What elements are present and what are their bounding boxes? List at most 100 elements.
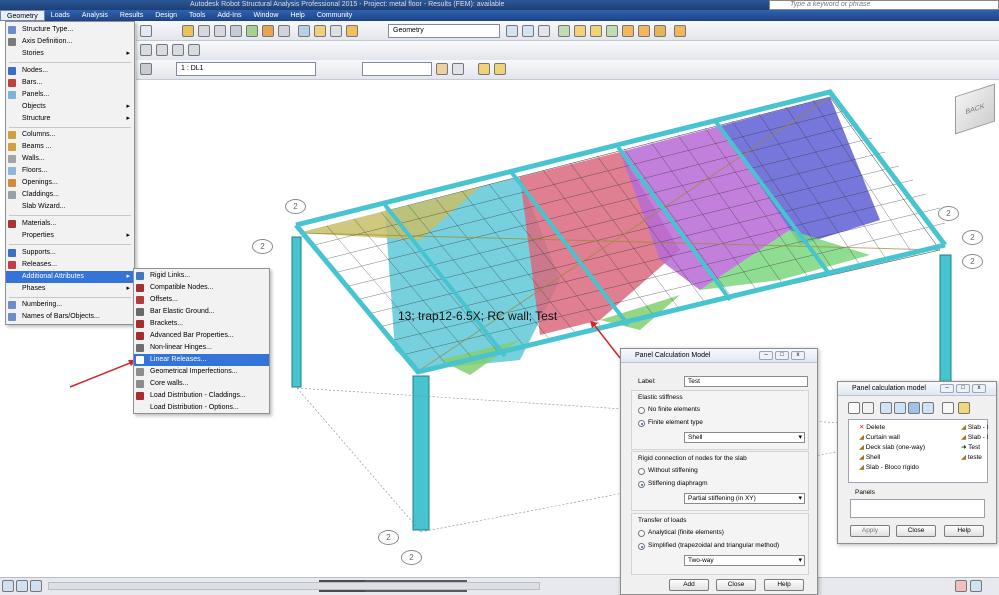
menu-item-structure-type[interactable]: Structure Type... <box>6 24 134 36</box>
menu-item-floors[interactable]: Floors... <box>6 165 134 177</box>
menu-item-walls[interactable]: Walls... <box>6 153 134 165</box>
status-icon[interactable] <box>30 580 42 592</box>
close-button[interactable]: Close <box>716 579 756 591</box>
stiffening-diaphragm-radio[interactable] <box>638 481 645 488</box>
menu-item-columns[interactable]: Columns... <box>6 129 134 141</box>
stiffening-select[interactable]: Partial stiffening (in XY) <box>684 493 805 504</box>
maximize-button[interactable]: □ <box>956 384 970 393</box>
add-button[interactable]: Add <box>669 579 709 591</box>
menu-item-openings[interactable]: Openings... <box>6 177 134 189</box>
pan-icon[interactable] <box>230 25 242 37</box>
menu-item-nodes[interactable]: Nodes... <box>6 65 134 77</box>
grid-view-icon[interactable] <box>908 402 920 414</box>
menu-item-slab-wizard[interactable]: Slab Wizard... <box>6 201 134 213</box>
menu-item-panels[interactable]: Panels... <box>6 89 134 101</box>
menu-community[interactable]: Community <box>311 10 358 21</box>
menu-item-geometrical-imperfections[interactable]: Geometrical Imperfections... <box>134 366 269 378</box>
list-item[interactable]: ◢ Curtain wall <box>859 433 900 441</box>
fe-type-select[interactable]: Shell <box>684 432 805 443</box>
menu-item-offsets[interactable]: Offsets... <box>134 294 269 306</box>
layout-combo[interactable]: Geometry <box>388 24 500 38</box>
lock-icon[interactable] <box>182 25 194 37</box>
menu-item-structure[interactable]: Structure ▸ <box>6 113 134 125</box>
status-icon[interactable] <box>2 580 14 592</box>
panels-input[interactable] <box>850 499 985 518</box>
rotate-node-icon[interactable] <box>538 25 550 37</box>
list-view-icon[interactable] <box>880 402 892 414</box>
analytical-radio[interactable] <box>638 530 645 537</box>
properties-icon[interactable] <box>330 25 342 37</box>
transfer-select[interactable]: Two-way <box>684 555 805 566</box>
zoom-window-icon[interactable] <box>214 25 226 37</box>
menu-item-phases[interactable]: Phases ▸ <box>6 283 134 295</box>
save-icon[interactable] <box>156 44 168 56</box>
list-item[interactable]: ◢ Shell <box>859 453 880 461</box>
display-icon[interactable] <box>278 25 290 37</box>
simplified-radio[interactable] <box>638 543 645 550</box>
menu-window[interactable]: Window <box>248 10 285 21</box>
rename-icon[interactable] <box>958 402 970 414</box>
column-icon[interactable] <box>606 25 618 37</box>
menu-add-ins[interactable]: Add-Ins <box>211 10 247 21</box>
menu-item-axis-definition[interactable]: Axis Definition... <box>6 36 134 48</box>
beam-icon[interactable] <box>590 25 602 37</box>
menu-item-advanced-bar-properties[interactable]: Advanced Bar Properties... <box>134 330 269 342</box>
list-item[interactable]: ◢ Slab - Bloco rígido <box>859 463 919 471</box>
menu-item-claddings[interactable]: Claddings... <box>6 189 134 201</box>
table-icon[interactable] <box>140 25 152 37</box>
list-item[interactable]: ◢ teste <box>961 453 982 461</box>
menu-item-load-distribution-options[interactable]: Load Distribution - Options... <box>134 402 269 414</box>
section-icon[interactable] <box>654 25 666 37</box>
menu-item-brackets[interactable]: Brackets... <box>134 318 269 330</box>
no-finite-elements-radio[interactable] <box>638 407 645 414</box>
menu-item-linear-releases[interactable]: Linear Releases... <box>134 354 269 366</box>
menu-analysis[interactable]: Analysis <box>76 10 114 21</box>
status-icon[interactable] <box>16 580 28 592</box>
menu-item-numbering[interactable]: Numbering... <box>6 299 134 311</box>
load-icon[interactable] <box>436 63 448 75</box>
open-icon[interactable] <box>140 44 152 56</box>
empty-combo[interactable] <box>362 62 432 76</box>
menu-item-objects[interactable]: Objects ▸ <box>6 101 134 113</box>
undo-icon[interactable] <box>188 44 200 56</box>
apply-button[interactable]: Apply <box>850 525 890 537</box>
menu-item-names[interactable]: Names of Bars/Objects... <box>6 311 134 323</box>
menu-item-additional-attributes[interactable]: Additional Attributes ▸ <box>6 271 134 283</box>
menu-item-bars[interactable]: Bars... <box>6 77 134 89</box>
list-item[interactable]: ➜ Test <box>961 443 980 451</box>
model-list[interactable]: ✕ Delete ◢ Curtain wall ◢ Deck slab (one… <box>848 419 988 483</box>
layer-icon[interactable] <box>140 63 152 75</box>
menu-tools[interactable]: Tools <box>183 10 211 21</box>
menu-loads[interactable]: Loads <box>45 10 76 21</box>
bar-icon[interactable] <box>574 25 586 37</box>
finite-element-type-radio[interactable] <box>638 420 645 427</box>
menu-item-load-distribution-claddings[interactable]: Load Distribution - Claddings... <box>134 390 269 402</box>
close-button[interactable]: Close <box>896 525 936 537</box>
status-icon[interactable] <box>970 580 982 592</box>
menu-item-materials[interactable]: Materials... <box>6 218 134 230</box>
measure-icon[interactable] <box>478 63 490 75</box>
release-icon[interactable] <box>638 25 650 37</box>
panel-icon[interactable] <box>674 25 686 37</box>
menu-item-core-walls[interactable]: Core walls... <box>134 378 269 390</box>
menu-item-supports[interactable]: Supports... <box>6 247 134 259</box>
list-item[interactable]: ✕ Delete <box>859 423 885 431</box>
label-input[interactable]: Test <box>684 376 808 387</box>
menu-item-properties[interactable]: Properties ▸ <box>6 230 134 242</box>
cut-icon[interactable] <box>942 402 954 414</box>
select-icon[interactable] <box>298 25 310 37</box>
menu-item-stories[interactable]: Stories ▸ <box>6 48 134 60</box>
tree-view-icon[interactable] <box>922 402 934 414</box>
move-icon[interactable] <box>506 25 518 37</box>
list-item[interactable]: ◢ Slab - l <box>961 433 988 441</box>
menu-item-non-linear-hinges[interactable]: Non-linear Hinges... <box>134 342 269 354</box>
maximize-button[interactable]: □ <box>775 351 789 360</box>
list-item[interactable]: ◢ Deck slab (one-way) <box>859 443 925 451</box>
filter-icon[interactable] <box>314 25 326 37</box>
print-icon[interactable] <box>172 44 184 56</box>
without-stiffening-radio[interactable] <box>638 468 645 475</box>
help-button[interactable]: Help <box>764 579 804 591</box>
load-case-combo[interactable]: 1 : DL1 <box>176 62 316 76</box>
search-box[interactable]: Type a keyword or phrase <box>769 0 999 10</box>
menu-item-bar-elastic-ground[interactable]: Bar Elastic Ground... <box>134 306 269 318</box>
